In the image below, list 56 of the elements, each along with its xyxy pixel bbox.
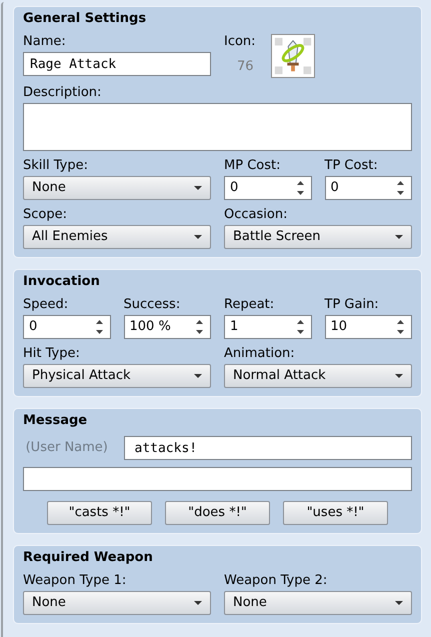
spinner-arrows-icon[interactable] (96, 320, 102, 334)
dropdown[interactable]: None (224, 591, 412, 615)
number-field[interactable]: 1 (224, 315, 312, 339)
caret-icon (194, 186, 202, 190)
field-label: Hit Type: (23, 346, 80, 362)
spinner-arrows-icon[interactable] (196, 320, 203, 334)
message-field[interactable] (23, 467, 412, 491)
icon-index: 76 (237, 59, 254, 75)
user-name-label: (User Name) (26, 439, 108, 458)
spinner-arrows-icon[interactable] (296, 320, 304, 334)
number-field[interactable]: 0 (224, 176, 312, 200)
caret-icon (194, 601, 202, 605)
caret-icon (395, 601, 403, 605)
field-label: Speed: (23, 297, 68, 313)
dropdown[interactable]: None (23, 591, 211, 615)
insert-phrase-button[interactable]: "uses *!" (283, 501, 388, 525)
number-field[interactable]: 0 (324, 176, 412, 200)
dropdown[interactable]: None (23, 176, 211, 200)
caret-icon (395, 235, 403, 239)
caret-icon (194, 374, 202, 378)
panel-title: General Settings (23, 11, 146, 27)
number-field[interactable]: 0 (23, 315, 110, 339)
field-label: Weapon Type 2: (224, 573, 328, 589)
field-label: Scope: (23, 207, 67, 223)
dropdown[interactable]: Normal Attack (224, 364, 412, 388)
caret-icon (194, 235, 202, 239)
spinner-arrows-icon[interactable] (296, 181, 304, 195)
field-label: Description: (23, 85, 102, 101)
message-field[interactable]: attacks! (124, 436, 412, 460)
insert-phrase-button[interactable]: "casts *!" (47, 501, 152, 525)
panel-title: Invocation (23, 274, 100, 290)
field-label: TP Cost: (324, 158, 378, 174)
field-label: Name: (23, 34, 66, 50)
dropdown[interactable]: Battle Screen (224, 225, 412, 249)
field-label: Weapon Type 1: (23, 573, 126, 589)
field-label: Success: (124, 297, 180, 313)
dropdown[interactable]: All Enemies (23, 225, 211, 249)
dropdown[interactable]: Physical Attack (23, 364, 211, 388)
field-label: Occasion: (224, 207, 288, 223)
spinner-arrows-icon[interactable] (397, 181, 404, 195)
number-field[interactable]: 10 (324, 315, 412, 339)
field-label: Icon: (224, 34, 256, 50)
field-label: Repeat: (224, 297, 274, 313)
name-field[interactable]: Rage Attack (23, 52, 211, 76)
field-label: TP Gain: (324, 297, 379, 313)
field-label: MP Cost: (224, 158, 280, 174)
description-field[interactable] (23, 103, 412, 151)
panel-title: Required Weapon (23, 550, 153, 566)
number-field[interactable]: 100 % (124, 315, 211, 339)
field-label: Animation: (224, 346, 295, 362)
caret-icon (395, 374, 403, 378)
field-label: Skill Type: (23, 158, 88, 174)
spinner-arrows-icon[interactable] (397, 320, 404, 334)
panel-title: Message (23, 413, 88, 429)
insert-phrase-button[interactable]: "does *!" (165, 501, 270, 525)
sword-icon[interactable] (271, 34, 315, 78)
